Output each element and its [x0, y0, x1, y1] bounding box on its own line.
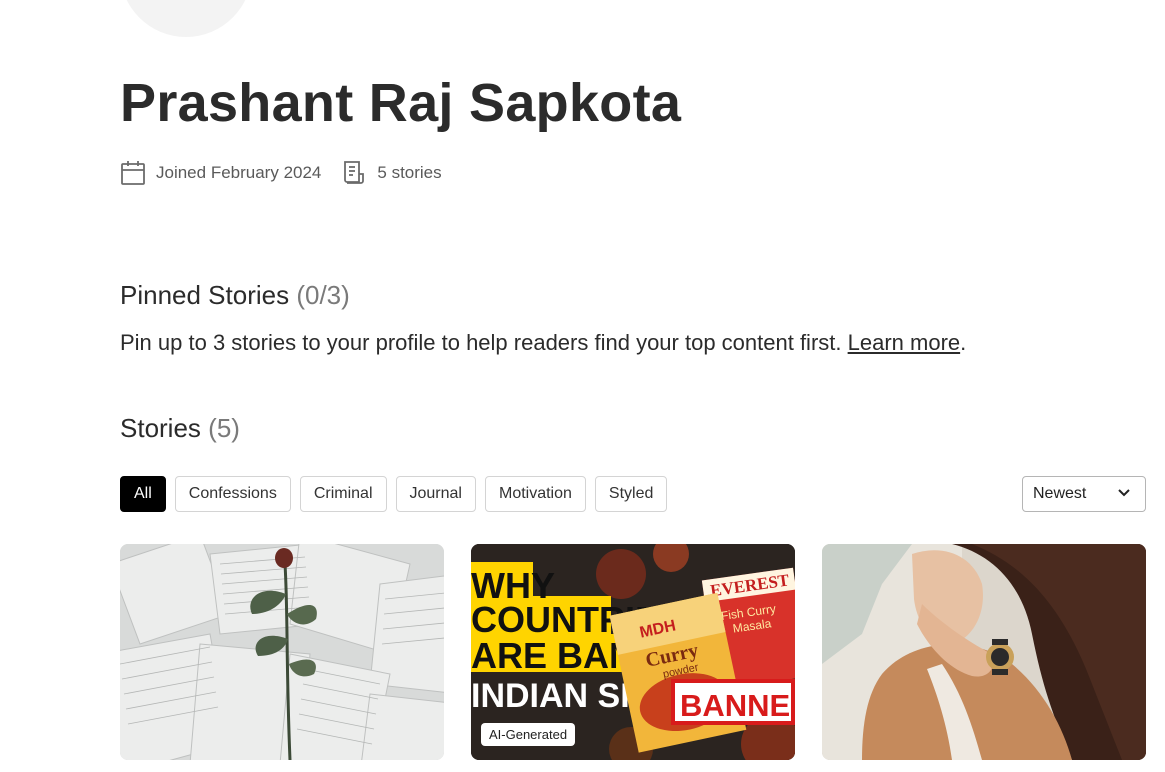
story-card-2[interactable]: WHY COUNTRIES ARE BANNING INDIAN SPICE E…	[471, 544, 795, 760]
filter-criminal[interactable]: Criminal	[299, 476, 387, 512]
learn-more-link[interactable]: Learn more	[848, 330, 961, 355]
document-icon	[341, 160, 367, 186]
woman-hands-on-face-image	[822, 544, 1146, 760]
filter-confessions[interactable]: Confessions	[174, 476, 291, 512]
category-filters: All Confessions Criminal Journal Motivat…	[120, 476, 676, 512]
filter-motivation[interactable]: Motivation	[484, 476, 586, 512]
stories-title: Stories	[120, 413, 201, 443]
story-count-text: 5 stories	[377, 163, 442, 182]
ai-generated-badge: AI-Generated	[481, 723, 576, 746]
stories-count: (5)	[208, 413, 240, 443]
joined-text: Joined February 2024	[156, 163, 322, 182]
sort-dropdown[interactable]: Newest	[1022, 476, 1146, 512]
sort-value: Newest	[1033, 485, 1087, 502]
avatar	[120, 0, 252, 37]
profile-meta: Joined February 2024 5 stories	[120, 160, 442, 186]
filter-all[interactable]: All	[120, 476, 166, 512]
pinned-title: Pinned Stories	[120, 280, 290, 310]
pinned-count: (0/3)	[296, 280, 350, 310]
filter-journal[interactable]: Journal	[395, 476, 476, 512]
calendar-icon	[120, 160, 146, 186]
pinned-stories-heading: Pinned Stories (0/3)	[120, 280, 350, 311]
joined-info: Joined February 2024	[120, 160, 321, 186]
stories-heading: Stories (5)	[120, 413, 240, 444]
story-card-1[interactable]	[120, 544, 444, 760]
stories-info: 5 stories	[341, 160, 442, 186]
banned-banner: BANNED	[680, 688, 795, 723]
filter-styled[interactable]: Styled	[594, 476, 668, 512]
pinned-description: Pin up to 3 stories to your profile to h…	[120, 330, 966, 356]
profile-name: Prashant Raj Sapkota	[120, 73, 682, 133]
chevron-down-icon	[1117, 485, 1131, 503]
rose-on-pages-image	[120, 544, 444, 760]
story-card-3[interactable]	[822, 544, 1146, 760]
pinned-description-text: Pin up to 3 stories to your profile to h…	[120, 330, 842, 355]
pinned-period: .	[960, 330, 967, 355]
